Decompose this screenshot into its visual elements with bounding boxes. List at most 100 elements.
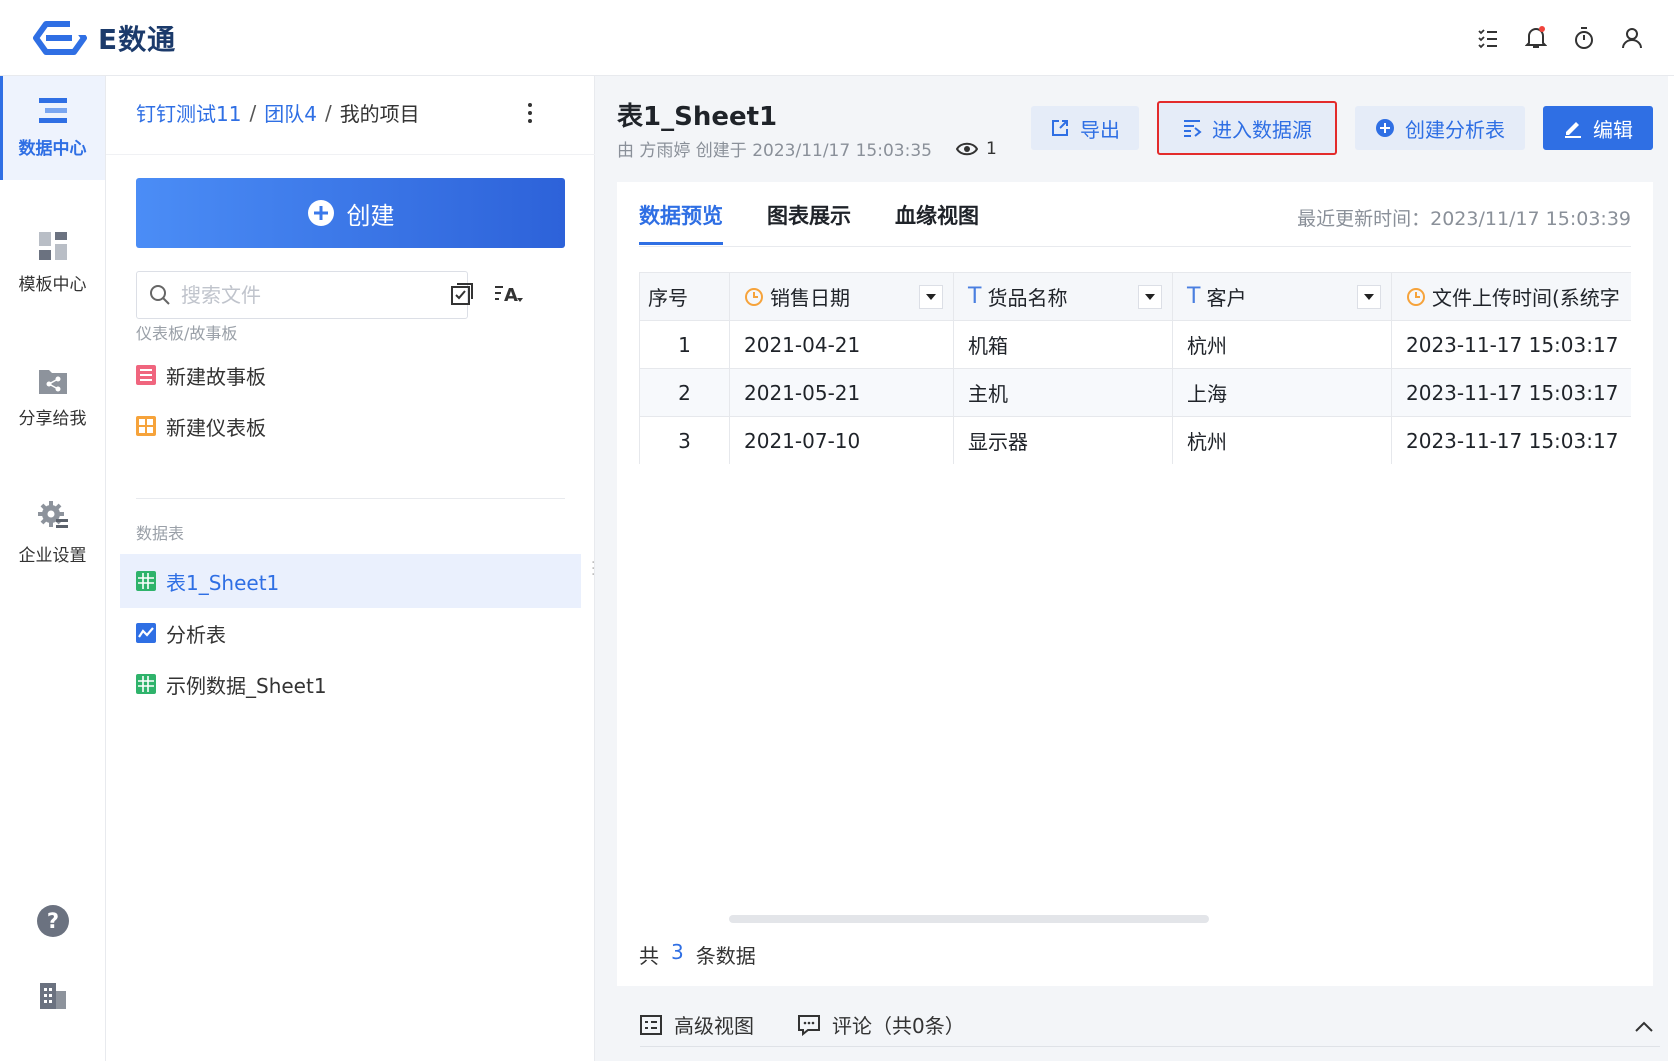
nav-item-template-center[interactable]: 模板中心	[0, 211, 105, 315]
sheet-icon	[136, 674, 156, 694]
data-preview-card: 数据预览 图表展示 血缘视图 最近更新时间：2023/11/17 15:03:3…	[617, 182, 1653, 986]
content-tabs: 数据预览 图表展示 血缘视图	[639, 200, 979, 245]
building-icon	[39, 983, 66, 1009]
table-cell: 1	[639, 320, 730, 369]
file-item-sample-sheet1[interactable]: 示例数据_Sheet1	[120, 657, 581, 711]
table-row[interactable]: 2 2021-05-21 主机 上海 2023-11-17 15:03:17	[639, 368, 1631, 417]
task-list-icon[interactable]	[1474, 22, 1502, 54]
enter-data-source-button[interactable]: 进入数据源	[1157, 101, 1337, 155]
help-button[interactable]: ?	[0, 904, 105, 938]
table-cell: 2023-11-17 15:03:17	[1391, 416, 1631, 464]
logo-icon	[33, 20, 88, 55]
table-row[interactable]: 1 2021-04-21 机箱 杭州 2023-11-17 15:03:17	[639, 320, 1631, 369]
panel-resize-handle[interactable]: · · ·	[591, 556, 595, 582]
eye-icon	[955, 142, 978, 155]
column-header-label: 货品名称	[987, 286, 1068, 310]
column-header-index: 序号	[639, 272, 730, 321]
last-updated-time: 最近更新时间：2023/11/17 15:03:39	[1297, 208, 1631, 230]
section-label-datatables: 数据表	[136, 524, 185, 543]
tab-chart-display[interactable]: 图表展示	[767, 200, 851, 245]
plus-circle-icon	[1376, 119, 1394, 137]
edit-button-label: 编辑	[1593, 117, 1633, 142]
share-icon	[38, 369, 67, 394]
table-cell: 显示器	[953, 416, 1173, 464]
help-icon: ?	[36, 905, 69, 937]
table-cell: 杭州	[1172, 416, 1392, 464]
breadcrumb: 钉钉测试11 / 团队4 / 我的项目	[136, 98, 420, 127]
column-header-sales-date[interactable]: 销售日期	[729, 272, 954, 321]
column-dropdown-icon[interactable]	[919, 285, 943, 309]
row-count-value: 3	[671, 940, 684, 964]
timer-icon[interactable]	[1570, 22, 1598, 54]
top-bar: E数通	[0, 0, 1674, 76]
export-button[interactable]: 导出	[1031, 106, 1139, 150]
nav-item-data-center[interactable]: 数据中心	[0, 76, 105, 180]
sort-icon[interactable]: A	[494, 282, 524, 310]
nav-label: 企业设置	[18, 545, 87, 566]
bottom-divider	[640, 1046, 1660, 1047]
column-dropdown-icon[interactable]	[1357, 285, 1381, 309]
column-header-label: 文件上传时间(系统字	[1432, 286, 1620, 310]
table-cell: 2021-04-21	[729, 320, 954, 369]
table-row[interactable]: 3 2021-07-10 显示器 杭州 2023-11-17 15:03:17	[639, 416, 1631, 464]
column-header-label: 客户	[1206, 286, 1247, 310]
right-edge	[1668, 76, 1674, 1061]
data-table: 序号 销售日期 T 货品名称 T 客户 文件上传时间(系统字 1 2021-04…	[639, 272, 1631, 464]
advanced-view-label: 高级视图	[674, 1014, 754, 1038]
column-dropdown-icon[interactable]	[1138, 285, 1162, 309]
table-cell: 2021-07-10	[729, 416, 954, 464]
notification-dot	[1539, 26, 1545, 32]
storyboard-icon	[136, 365, 156, 385]
column-header-label: 销售日期	[770, 286, 850, 310]
tab-data-preview[interactable]: 数据预览	[639, 200, 723, 245]
column-header-customer[interactable]: T 客户	[1172, 272, 1392, 321]
nav-label: 模板中心	[18, 274, 87, 295]
comment-icon	[798, 1014, 820, 1036]
breadcrumb-item-current: 我的项目	[339, 102, 420, 126]
data-center-icon	[38, 97, 67, 123]
file-item-new-dashboard[interactable]: 新建仪表板	[120, 399, 581, 453]
enter-data-source-label: 进入数据源	[1212, 117, 1312, 142]
column-header-product-name[interactable]: T 货品名称	[953, 272, 1173, 321]
svg-text:?: ?	[46, 909, 58, 933]
data-source-icon	[1184, 120, 1202, 137]
breadcrumb-item-org[interactable]: 钉钉测试11	[136, 98, 241, 127]
table-cell: 上海	[1172, 368, 1392, 417]
comments-label: 评论（共0条）	[832, 1014, 965, 1038]
nav-item-shared-with-me[interactable]: 分享给我	[0, 346, 105, 450]
template-icon	[38, 231, 67, 260]
more-options-icon[interactable]	[526, 102, 534, 128]
table-header-row: 序号 销售日期 T 货品名称 T 客户 文件上传时间(系统字	[639, 272, 1631, 321]
nav-label: 分享给我	[18, 408, 87, 429]
file-item-new-storyboard[interactable]: 新建故事板	[120, 348, 581, 402]
comments-button[interactable]: 评论（共0条）	[798, 1010, 965, 1039]
user-icon[interactable]	[1618, 22, 1646, 54]
page-title: 表1_Sheet1	[617, 102, 778, 132]
nav-item-enterprise-settings[interactable]: 企业设置	[0, 481, 105, 585]
tab-lineage-view[interactable]: 血缘视图	[895, 200, 979, 245]
advanced-view-button[interactable]: 高级视图	[640, 1010, 754, 1039]
batch-select-icon[interactable]	[450, 282, 474, 310]
search-input[interactable]	[181, 283, 451, 307]
file-item-analysis[interactable]: 分析表	[120, 606, 581, 660]
create-button[interactable]: 创建	[136, 178, 565, 248]
app-logo[interactable]: E数通	[30, 18, 176, 58]
breadcrumb-item-team[interactable]: 团队4	[264, 98, 317, 127]
text-type-icon: T	[1187, 284, 1201, 309]
file-browser-panel: 钉钉测试11 / 团队4 / 我的项目 创建 A 仪表板/故事板 新建故事板 新…	[106, 76, 595, 1061]
bell-icon[interactable]	[1522, 22, 1550, 54]
row-count-suffix: 条数据	[695, 944, 756, 968]
tabs-divider	[639, 246, 1631, 247]
column-header-upload-time[interactable]: 文件上传时间(系统字	[1391, 272, 1631, 321]
file-item-label: 分析表	[166, 622, 226, 647]
chevron-up-icon[interactable]	[1634, 1018, 1654, 1037]
organization-button[interactable]	[0, 981, 105, 1011]
table-cell: 机箱	[953, 320, 1173, 369]
create-analysis-button[interactable]: 创建分析表	[1355, 106, 1525, 150]
horizontal-scrollbar[interactable]	[729, 915, 1209, 923]
file-item-sheet1[interactable]: 表1_Sheet1	[120, 554, 581, 608]
logo-text: E数通	[98, 23, 177, 56]
table-cell: 2	[639, 368, 730, 417]
sheet-icon	[136, 571, 156, 591]
edit-button[interactable]: 编辑	[1543, 106, 1653, 150]
